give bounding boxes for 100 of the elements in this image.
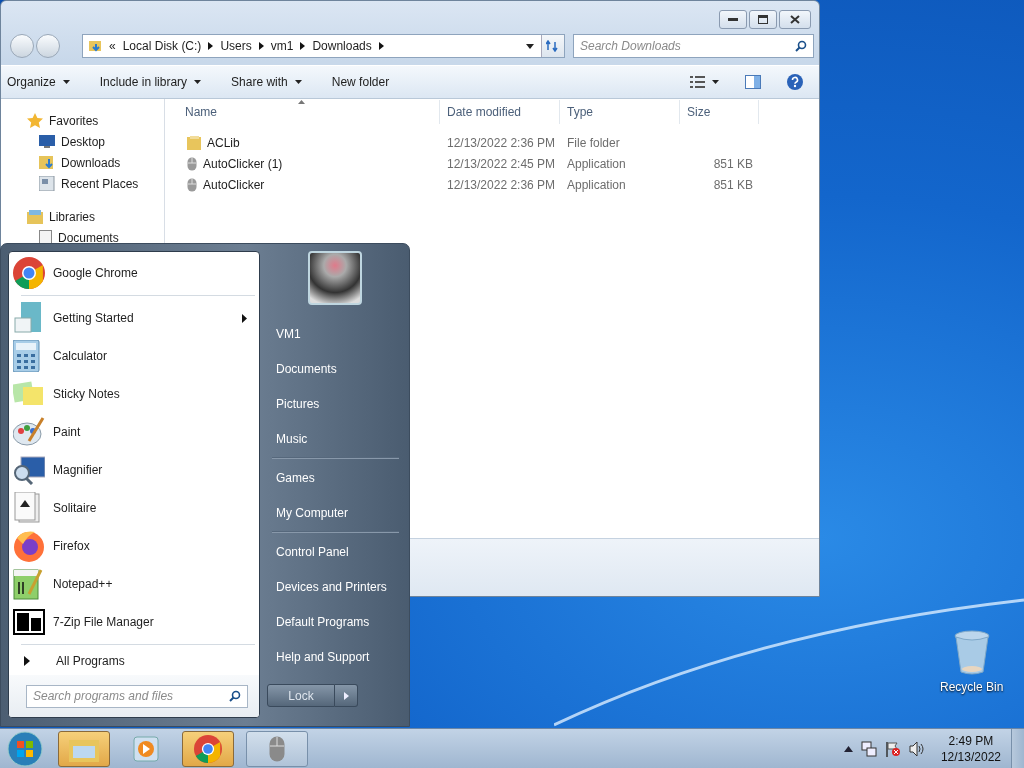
submenu-arrow-icon[interactable] xyxy=(242,313,247,323)
start-menu-link[interactable]: My Computer xyxy=(260,495,399,530)
network-icon[interactable] xyxy=(860,740,877,757)
breadcrumb-arrow-icon[interactable] xyxy=(208,42,214,50)
preview-pane-icon[interactable] xyxy=(745,75,761,89)
clock-date: 12/13/2022 xyxy=(940,748,1001,765)
table-cell-text: File folder xyxy=(566,135,621,150)
program-item[interactable]: Sticky Notes xyxy=(51,387,247,401)
program-item[interactable]: Notepad++ xyxy=(51,577,247,591)
refresh-button[interactable] xyxy=(541,35,564,57)
download-folder-icon xyxy=(39,155,55,170)
file-name[interactable]: AutoClicker xyxy=(203,177,265,192)
breadcrumb[interactable]: Users xyxy=(220,39,252,53)
nav-item[interactable]: Desktop xyxy=(61,134,106,149)
breadcrumb-arrow-icon[interactable] xyxy=(258,42,264,50)
overflow-chevron[interactable]: « xyxy=(109,39,116,53)
all-programs-link[interactable]: All Programs xyxy=(56,654,125,668)
nav-item[interactable]: Libraries xyxy=(49,209,96,224)
search-icon xyxy=(229,689,241,702)
search-field[interactable]: Search programs and files xyxy=(26,684,248,708)
toolbar-button[interactable]: Include in library xyxy=(89,72,212,92)
paint-palette-icon xyxy=(13,417,45,447)
table-cell-text: 12/13/2022 2:36 PM xyxy=(446,177,557,192)
sort-arrow-icon xyxy=(298,100,305,104)
table-cell-text: Application xyxy=(566,177,627,192)
close-icon xyxy=(790,15,800,24)
mouse-icon xyxy=(187,156,197,171)
start-orb-icon xyxy=(7,730,43,767)
file-name[interactable]: ACLib xyxy=(207,135,240,150)
mouse-icon xyxy=(269,735,285,762)
table-cell: 851 KB xyxy=(713,177,753,192)
table-cell: 851 KB xyxy=(713,156,753,171)
nav-item[interactable]: Downloads xyxy=(61,155,121,170)
program-item[interactable]: Paint xyxy=(51,425,247,439)
column-header[interactable]: Size xyxy=(680,100,759,124)
dropdown-arrow-icon[interactable] xyxy=(526,43,534,49)
program-item[interactable]: 7-Zip File Manager xyxy=(51,615,247,629)
recycle-bin-icon[interactable] xyxy=(953,630,990,676)
view-icon[interactable] xyxy=(690,76,706,88)
toolbar-button[interactable]: Share with xyxy=(221,72,312,92)
dropdown-arrow-icon xyxy=(294,80,302,84)
breadcrumb-arrow-icon[interactable] xyxy=(300,42,306,50)
desktop-icon-label[interactable]: Recycle Bin xyxy=(940,680,1004,694)
nav-item[interactable]: Favorites xyxy=(49,113,99,128)
breadcrumb[interactable]: Local Disk (C:) xyxy=(122,39,202,53)
archive-icon xyxy=(13,609,45,635)
column-header[interactable]: Name xyxy=(165,100,440,124)
start-menu-link[interactable]: Games xyxy=(260,460,399,495)
sticky-notes-icon xyxy=(13,381,45,407)
taskbar-button[interactable] xyxy=(182,730,234,767)
volume-icon[interactable] xyxy=(908,740,925,757)
folder-icon xyxy=(187,135,201,150)
recent-places-icon xyxy=(39,176,55,191)
clock[interactable]: 2:49 PM 12/13/2022 xyxy=(940,732,1001,765)
start-menu-link[interactable]: Devices and Printers xyxy=(260,569,399,604)
start-menu-link[interactable]: Help and Support xyxy=(260,639,399,674)
table-cell-text: 12/13/2022 2:36 PM xyxy=(446,135,557,150)
taskbar-button[interactable] xyxy=(246,730,308,767)
program-item[interactable]: Solitaire xyxy=(51,501,247,515)
file-name[interactable]: AutoClicker (1) xyxy=(203,156,283,171)
toolbar-button[interactable]: Organize xyxy=(0,72,80,92)
breadcrumb-arrow-icon[interactable] xyxy=(378,42,384,50)
start-menu-link[interactable]: Pictures xyxy=(260,386,399,421)
address-bar[interactable]: « Local Disk (C:) Users vm1 Downloads xyxy=(82,34,565,58)
start-menu-link[interactable]: Documents xyxy=(260,351,399,386)
shutdown-options-button[interactable] xyxy=(335,684,358,707)
user-picture[interactable] xyxy=(308,251,362,305)
start-menu-link[interactable]: Control Panel xyxy=(260,534,399,569)
program-item[interactable]: Firefox xyxy=(51,539,247,553)
column-header[interactable]: Type xyxy=(560,100,680,124)
arrow-icon xyxy=(24,656,30,666)
program-item[interactable]: Google Chrome xyxy=(51,266,247,280)
start-menu-link[interactable]: VM1 xyxy=(260,316,399,351)
chrome-icon xyxy=(194,734,222,763)
nav-item[interactable]: Recent Places xyxy=(61,176,139,191)
program-item[interactable]: Magnifier xyxy=(51,463,247,477)
minimize-button[interactable] xyxy=(719,10,747,29)
nav-item[interactable]: Documents xyxy=(58,230,119,245)
taskbar-button[interactable] xyxy=(58,730,110,767)
flag-icon[interactable] xyxy=(884,740,901,757)
star-icon xyxy=(27,112,43,129)
clock-time: 2:49 PM xyxy=(948,732,994,749)
maximize-button[interactable] xyxy=(749,10,777,29)
breadcrumb[interactable]: vm1 xyxy=(270,39,294,53)
breadcrumb[interactable]: Downloads xyxy=(312,39,372,53)
start-menu-link[interactable]: Default Programs xyxy=(260,604,399,639)
start-menu-link[interactable]: Music xyxy=(260,421,399,456)
search-field[interactable]: Search Downloads xyxy=(573,34,814,58)
dropdown-arrow-icon[interactable] xyxy=(712,80,719,84)
folder-icon xyxy=(88,39,102,53)
column-header[interactable]: Date modified xyxy=(440,100,560,124)
program-item[interactable]: Calculator xyxy=(51,349,247,363)
media-player-icon xyxy=(132,734,160,763)
show-hidden-icons-arrow[interactable] xyxy=(843,745,853,752)
close-button[interactable] xyxy=(779,10,811,29)
help-icon[interactable] xyxy=(787,74,803,90)
lock-button[interactable]: Lock xyxy=(267,684,335,707)
search-icon xyxy=(795,40,807,52)
toolbar-button[interactable]: New folder xyxy=(321,72,400,92)
program-item[interactable]: Getting Started xyxy=(51,311,236,325)
